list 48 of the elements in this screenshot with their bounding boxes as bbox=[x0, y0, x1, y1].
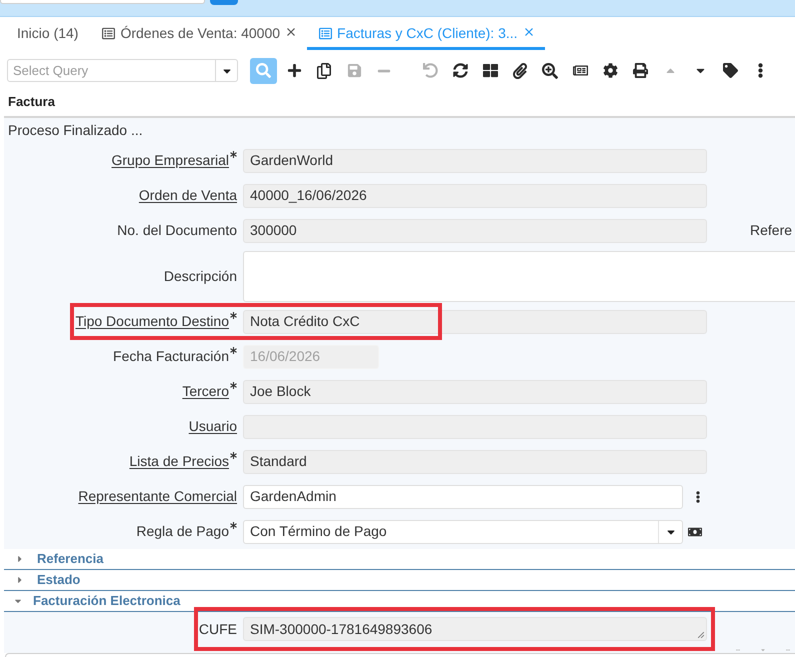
text-field[interactable]: Joe Block bbox=[243, 380, 707, 404]
field-label: Descripción bbox=[164, 266, 237, 286]
text-field[interactable] bbox=[243, 414, 707, 438]
copy-icon bbox=[316, 62, 332, 78]
tab[interactable]: Órdenes de Venta: 40000 bbox=[90, 17, 308, 50]
close-icon[interactable] bbox=[287, 28, 296, 36]
field-label[interactable]: Orden de Venta bbox=[138, 185, 237, 206]
select-field[interactable]: Con Término de Pago bbox=[243, 520, 683, 544]
close-icon[interactable] bbox=[524, 28, 533, 36]
refresh-icon bbox=[452, 63, 468, 78]
dropdown-button[interactable] bbox=[216, 59, 238, 82]
textarea-field[interactable] bbox=[243, 250, 795, 302]
zoom-in-icon bbox=[542, 62, 558, 78]
status-text: Proceso Finalizado ... bbox=[8, 121, 143, 140]
newspaper-icon bbox=[572, 63, 588, 78]
form-title: Factura bbox=[8, 93, 55, 112]
field-label[interactable]: Usuario bbox=[188, 416, 237, 437]
text-field[interactable]: GardenWorld bbox=[243, 148, 707, 172]
tag-icon bbox=[722, 63, 738, 78]
field-label[interactable]: Tipo Documento Destino bbox=[75, 311, 229, 332]
paperclip-icon bbox=[512, 62, 528, 78]
textarea-field[interactable]: SIM-300000-1781649893606 bbox=[243, 617, 707, 641]
query-field[interactable]: Select Query bbox=[7, 59, 216, 82]
text-field[interactable]: Standard bbox=[243, 450, 707, 474]
lookup-field[interactable]: GardenAdmin bbox=[243, 484, 683, 508]
field-label[interactable]: Lista de Precios bbox=[129, 451, 229, 472]
search-icon bbox=[256, 63, 271, 78]
field-label: CUFE bbox=[198, 620, 237, 638]
header-field[interactable] bbox=[0, 0, 205, 4]
save-icon bbox=[346, 63, 362, 78]
print-icon bbox=[632, 63, 648, 78]
undo-icon bbox=[422, 63, 438, 78]
text-field[interactable]: Nota Crédito CxC bbox=[243, 310, 707, 334]
field-label[interactable]: Tercero bbox=[182, 381, 229, 402]
grid-icon bbox=[482, 63, 498, 78]
plus-icon bbox=[286, 63, 302, 78]
field-label[interactable]: Representante Comercial bbox=[78, 486, 237, 507]
header-button[interactable] bbox=[210, 0, 238, 5]
field-label: Fecha Facturación bbox=[113, 347, 229, 366]
field-label: No. del Documento bbox=[117, 221, 237, 240]
text-field[interactable]: 300000 bbox=[243, 218, 707, 242]
field-label: Regla de Pago bbox=[136, 522, 229, 541]
field-label: Refere bbox=[750, 221, 792, 240]
settings-icon bbox=[602, 63, 618, 78]
resize-grip-icon[interactable] bbox=[698, 632, 704, 638]
text-field[interactable]: 40000_16/06/2026 bbox=[243, 184, 707, 208]
tab[interactable]: Inicio (14) bbox=[5, 17, 90, 50]
field-label[interactable]: Grupo Empresarial bbox=[112, 150, 229, 171]
